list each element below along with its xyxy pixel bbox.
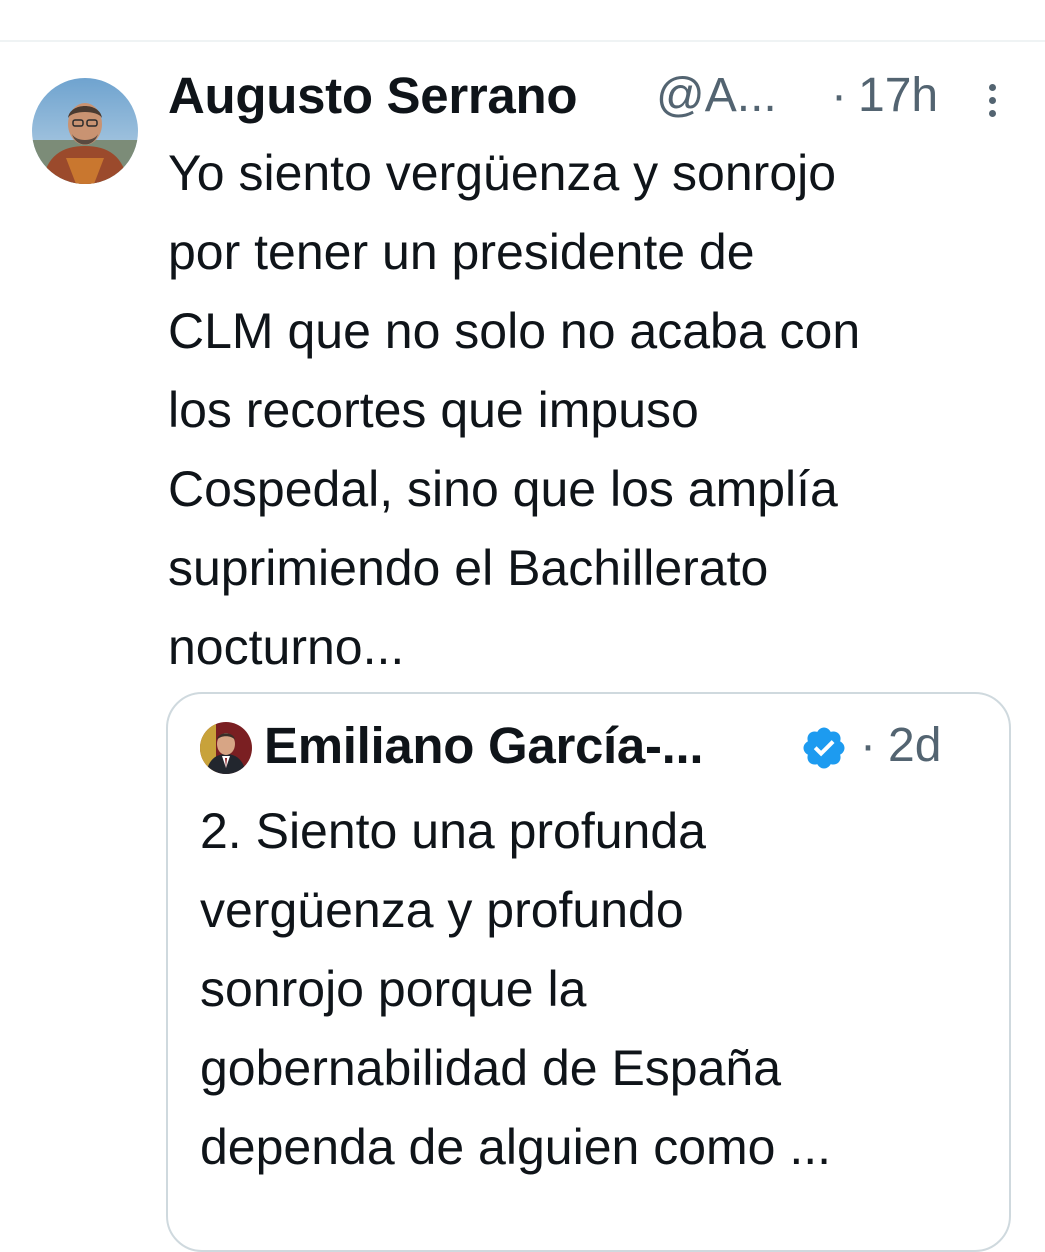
avatar-photo-icon bbox=[32, 78, 138, 184]
more-vertical-icon-dot bbox=[989, 97, 996, 104]
tweet-text-line: los recortes que impuso bbox=[168, 382, 699, 438]
top-divider bbox=[0, 40, 1045, 42]
tweet-text-line: suprimiendo el Bachillerato bbox=[168, 540, 769, 596]
tweet-text-line: por tener un presidente de bbox=[168, 224, 755, 280]
post-timestamp[interactable]: 17h bbox=[858, 66, 938, 126]
quoted-tweet-card[interactable]: Emiliano García-... · 2d 2. Siento una p… bbox=[166, 692, 1011, 1252]
verified-badge-icon bbox=[800, 724, 848, 772]
quoted-author-name[interactable]: Emiliano García-... bbox=[264, 716, 704, 776]
quoted-text-line: vergüenza y profundo bbox=[200, 882, 684, 938]
tweet-text-line: nocturno... bbox=[168, 619, 405, 675]
quoted-tweet-header: Emiliano García-... · 2d bbox=[264, 716, 984, 776]
quoted-author-avatar[interactable] bbox=[200, 722, 252, 774]
tweet-text: Yo siento vergüenza y sonrojo por tener … bbox=[168, 134, 1028, 687]
tweet-header: Augusto Serrano @A... · 17h bbox=[168, 66, 1018, 126]
quoted-tweet-text: 2. Siento una profunda vergüenza y profu… bbox=[200, 792, 990, 1187]
quoted-header-separator: · bbox=[860, 719, 876, 772]
more-vertical-icon bbox=[989, 84, 996, 91]
quoted-post-timestamp[interactable]: 2d bbox=[888, 716, 941, 776]
tweet-text-line: CLM que no solo no acaba con bbox=[168, 303, 861, 359]
author-name[interactable]: Augusto Serrano bbox=[168, 66, 578, 126]
quoted-text-line: sonrojo porque la bbox=[200, 961, 587, 1017]
quoted-avatar-photo-icon bbox=[200, 722, 252, 774]
more-options-button[interactable] bbox=[978, 82, 1008, 118]
quoted-text-line: 2. Siento una profunda bbox=[200, 803, 706, 859]
tweet-text-line: Cospedal, sino que los amplía bbox=[168, 461, 838, 517]
quoted-text-line: dependa de alguien como ... bbox=[200, 1119, 832, 1175]
more-vertical-icon-dot bbox=[989, 110, 996, 117]
author-handle[interactable]: @A... bbox=[656, 66, 777, 126]
author-avatar[interactable] bbox=[32, 78, 138, 184]
header-separator: · bbox=[831, 69, 847, 122]
tweet-text-line: Yo siento vergüenza y sonrojo bbox=[168, 145, 837, 201]
quoted-text-line: gobernabilidad de España bbox=[200, 1040, 782, 1096]
